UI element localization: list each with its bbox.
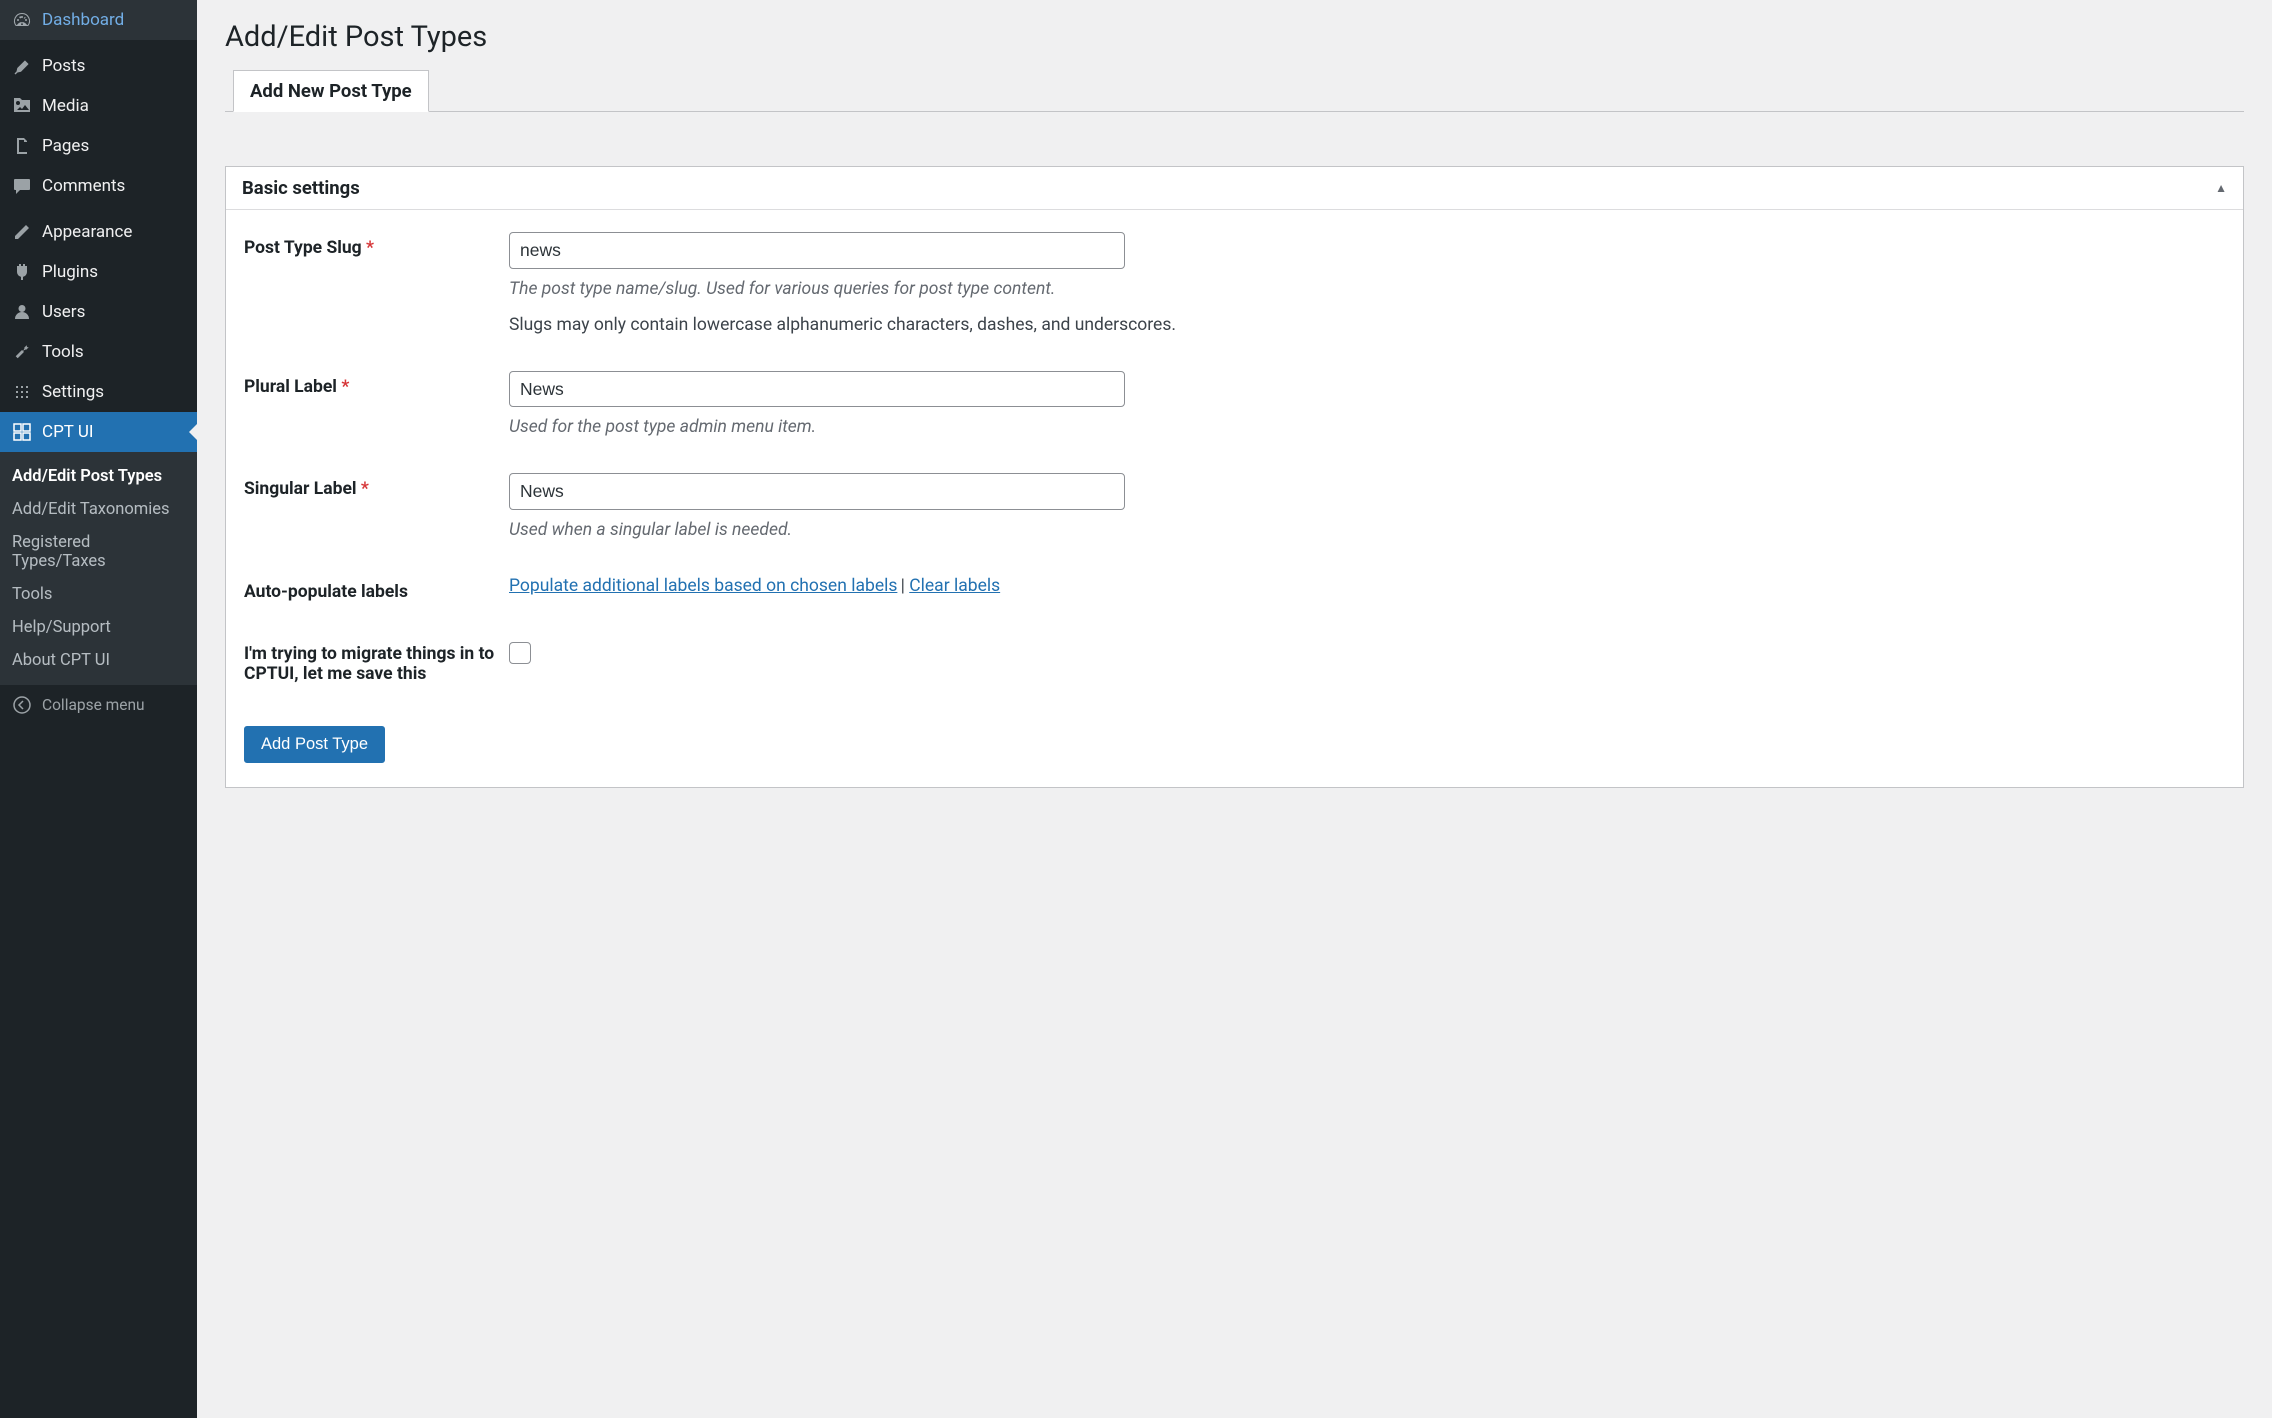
link-populate-labels[interactable]: Populate additional labels based on chos… bbox=[509, 576, 897, 596]
label-singular-label: Singular Label * bbox=[244, 479, 369, 499]
appearance-icon bbox=[12, 222, 32, 242]
label-plural-label: Plural Label * bbox=[244, 377, 349, 397]
panel-toggle-icon[interactable]: ▲ bbox=[2215, 181, 2227, 195]
label-auto-populate: Auto-populate labels bbox=[244, 582, 408, 602]
input-plural-label[interactable] bbox=[509, 371, 1125, 408]
collapse-menu-label: Collapse menu bbox=[42, 696, 145, 714]
row-plural-label: Plural Label * Used for the post type ad… bbox=[244, 371, 2225, 438]
dashboard-icon bbox=[12, 10, 32, 30]
add-post-type-button[interactable]: Add Post Type bbox=[244, 726, 385, 763]
description-plural-label: Used for the post type admin menu item. bbox=[509, 417, 2225, 437]
panel-body: Post Type Slug * The post type name/slug… bbox=[226, 210, 2243, 787]
page-title: Add/Edit Post Types bbox=[225, 20, 2244, 54]
input-post-type-slug[interactable] bbox=[509, 232, 1125, 269]
sidebar-item-appearance[interactable]: Appearance bbox=[0, 212, 197, 252]
submenu-item-tools[interactable]: Tools bbox=[0, 578, 197, 611]
pages-icon bbox=[12, 136, 32, 156]
sidebar-item-media[interactable]: Media bbox=[0, 86, 197, 126]
plugins-icon bbox=[12, 262, 32, 282]
help-post-type-slug: Slugs may only contain lowercase alphanu… bbox=[509, 315, 2225, 335]
submenu-item-add-edit-post-types[interactable]: Add/Edit Post Types bbox=[0, 460, 197, 493]
row-migrate: I'm trying to migrate things in to CPTUI… bbox=[244, 638, 2225, 684]
tools-icon bbox=[12, 342, 32, 362]
submenu-item-help-support[interactable]: Help/Support bbox=[0, 611, 197, 644]
panel-title: Basic settings bbox=[242, 177, 360, 199]
collapse-icon bbox=[12, 695, 32, 715]
row-singular-label: Singular Label * Used when a singular la… bbox=[244, 473, 2225, 540]
tabs: Add New Post Type bbox=[225, 70, 2244, 112]
panel-header[interactable]: Basic settings ▲ bbox=[226, 167, 2243, 210]
sidebar-item-users[interactable]: Users bbox=[0, 292, 197, 332]
sidebar-item-comments[interactable]: Comments bbox=[0, 166, 197, 206]
sidebar-item-label: Posts bbox=[42, 56, 85, 76]
sidebar-item-dashboard[interactable]: Dashboard bbox=[0, 0, 197, 40]
admin-sidebar: Dashboard Posts Media Pages Comments App… bbox=[0, 0, 197, 1418]
row-auto-populate: Auto-populate labels Populate additional… bbox=[244, 576, 2225, 602]
media-icon bbox=[12, 96, 32, 116]
sidebar-item-label: Media bbox=[42, 96, 89, 116]
comments-icon bbox=[12, 176, 32, 196]
submenu-item-about-cptui[interactable]: About CPT UI bbox=[0, 644, 197, 677]
sidebar-item-label: Plugins bbox=[42, 262, 98, 282]
basic-settings-panel: Basic settings ▲ Post Type Slug * The po… bbox=[225, 166, 2244, 788]
sidebar-item-label: Settings bbox=[42, 382, 104, 402]
row-post-type-slug: Post Type Slug * The post type name/slug… bbox=[244, 232, 2225, 335]
pin-icon bbox=[12, 56, 32, 76]
sidebar-item-settings[interactable]: Settings bbox=[0, 372, 197, 412]
content-area: Add/Edit Post Types Add New Post Type Ba… bbox=[197, 0, 2272, 1418]
link-clear-labels[interactable]: Clear labels bbox=[909, 576, 1000, 596]
cptui-icon bbox=[12, 422, 32, 442]
submenu-item-registered-types-taxes[interactable]: Registered Types/Taxes bbox=[0, 526, 197, 578]
checkbox-migrate[interactable] bbox=[509, 642, 531, 664]
sidebar-item-cptui[interactable]: CPT UI bbox=[0, 412, 197, 452]
sidebar-item-label: Tools bbox=[42, 342, 84, 362]
sidebar-item-posts[interactable]: Posts bbox=[0, 46, 197, 86]
sidebar-item-label: Dashboard bbox=[42, 10, 124, 30]
label-migrate: I'm trying to migrate things in to CPTUI… bbox=[244, 644, 494, 684]
settings-icon bbox=[12, 382, 32, 402]
sidebar-item-label: CPT UI bbox=[42, 422, 93, 442]
input-singular-label[interactable] bbox=[509, 473, 1125, 510]
sidebar-item-plugins[interactable]: Plugins bbox=[0, 252, 197, 292]
sidebar-item-pages[interactable]: Pages bbox=[0, 126, 197, 166]
description-singular-label: Used when a singular label is needed. bbox=[509, 520, 2225, 540]
sidebar-submenu: Add/Edit Post Types Add/Edit Taxonomies … bbox=[0, 452, 197, 685]
submenu-item-add-edit-taxonomies[interactable]: Add/Edit Taxonomies bbox=[0, 493, 197, 526]
sidebar-item-tools[interactable]: Tools bbox=[0, 332, 197, 372]
tab-add-new-post-type[interactable]: Add New Post Type bbox=[233, 70, 429, 112]
sidebar-item-label: Pages bbox=[42, 136, 89, 156]
collapse-menu-button[interactable]: Collapse menu bbox=[0, 685, 197, 725]
sidebar-item-label: Users bbox=[42, 302, 85, 322]
description-post-type-slug: The post type name/slug. Used for variou… bbox=[509, 279, 2225, 299]
label-post-type-slug: Post Type Slug * bbox=[244, 238, 374, 258]
sidebar-item-label: Comments bbox=[42, 176, 125, 196]
users-icon bbox=[12, 302, 32, 322]
sidebar-item-label: Appearance bbox=[42, 222, 132, 242]
